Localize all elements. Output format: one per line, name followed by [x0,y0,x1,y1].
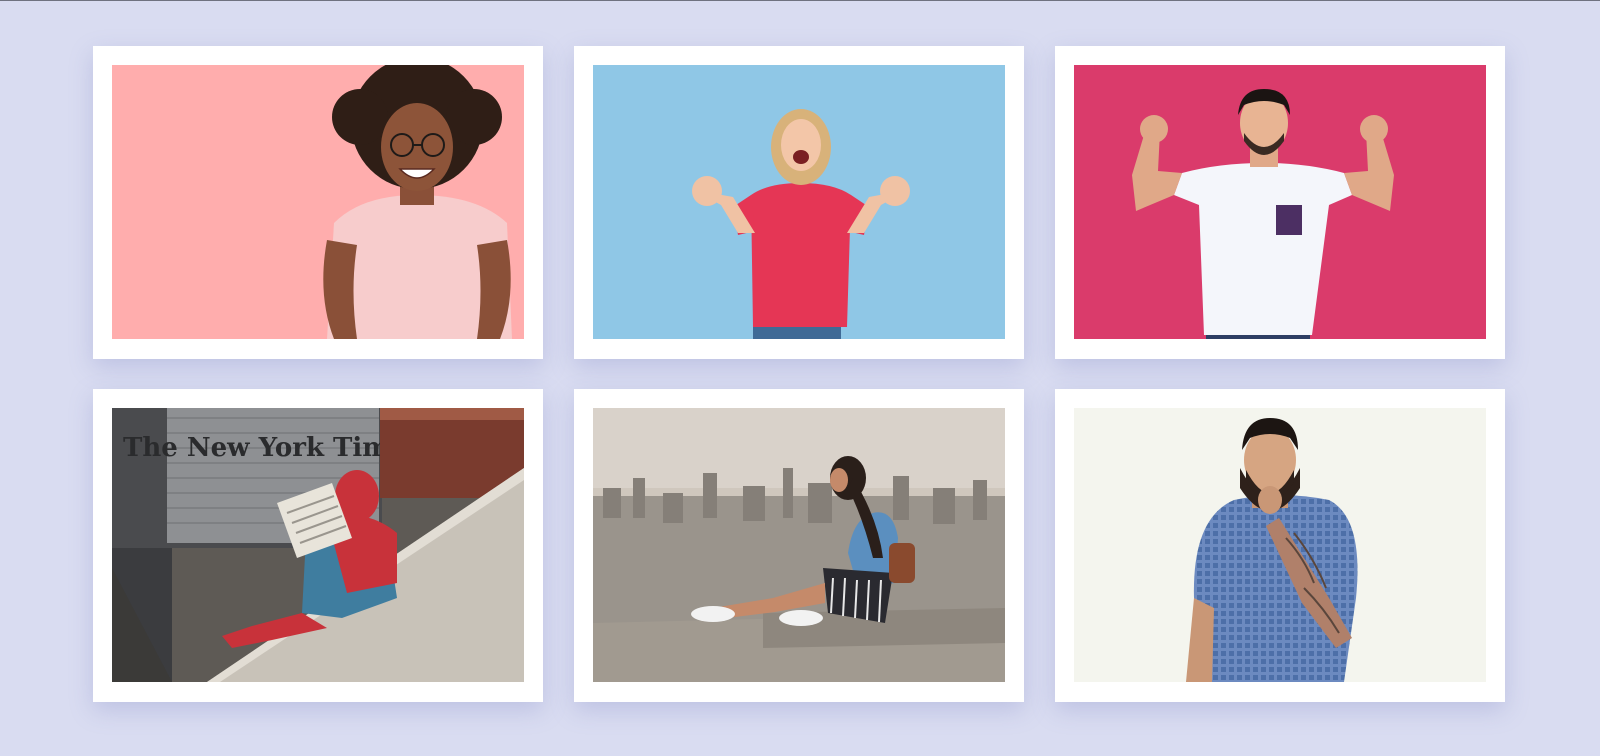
gallery-photo[interactable] [1074,408,1486,682]
gallery-card[interactable] [574,389,1024,702]
gallery-photo[interactable] [593,408,1005,682]
photo-bearded-man-checked-shirt [1074,408,1486,682]
gallery-photo[interactable] [1074,65,1486,339]
gallery-photo[interactable] [593,65,1005,339]
photo-woman-rooftop-city [593,408,1005,682]
photo-gallery: The New York Times [93,46,1506,702]
gallery-photo[interactable]: The New York Times [112,408,524,682]
gallery-card[interactable] [1055,389,1505,702]
nyt-sign-text: The New York Times [123,433,421,463]
gallery-card[interactable] [1055,46,1505,359]
gallery-card[interactable] [574,46,1024,359]
top-border-line [0,0,1600,1]
photo-woman-curly-hair [112,65,524,339]
gallery-card[interactable] [93,46,543,359]
gallery-card[interactable]: The New York Times [93,389,543,702]
photo-spiderman-newspaper: The New York Times [112,408,524,682]
photo-man-flexing [1074,65,1486,339]
photo-woman-laughing [593,65,1005,339]
gallery-photo[interactable] [112,65,524,339]
